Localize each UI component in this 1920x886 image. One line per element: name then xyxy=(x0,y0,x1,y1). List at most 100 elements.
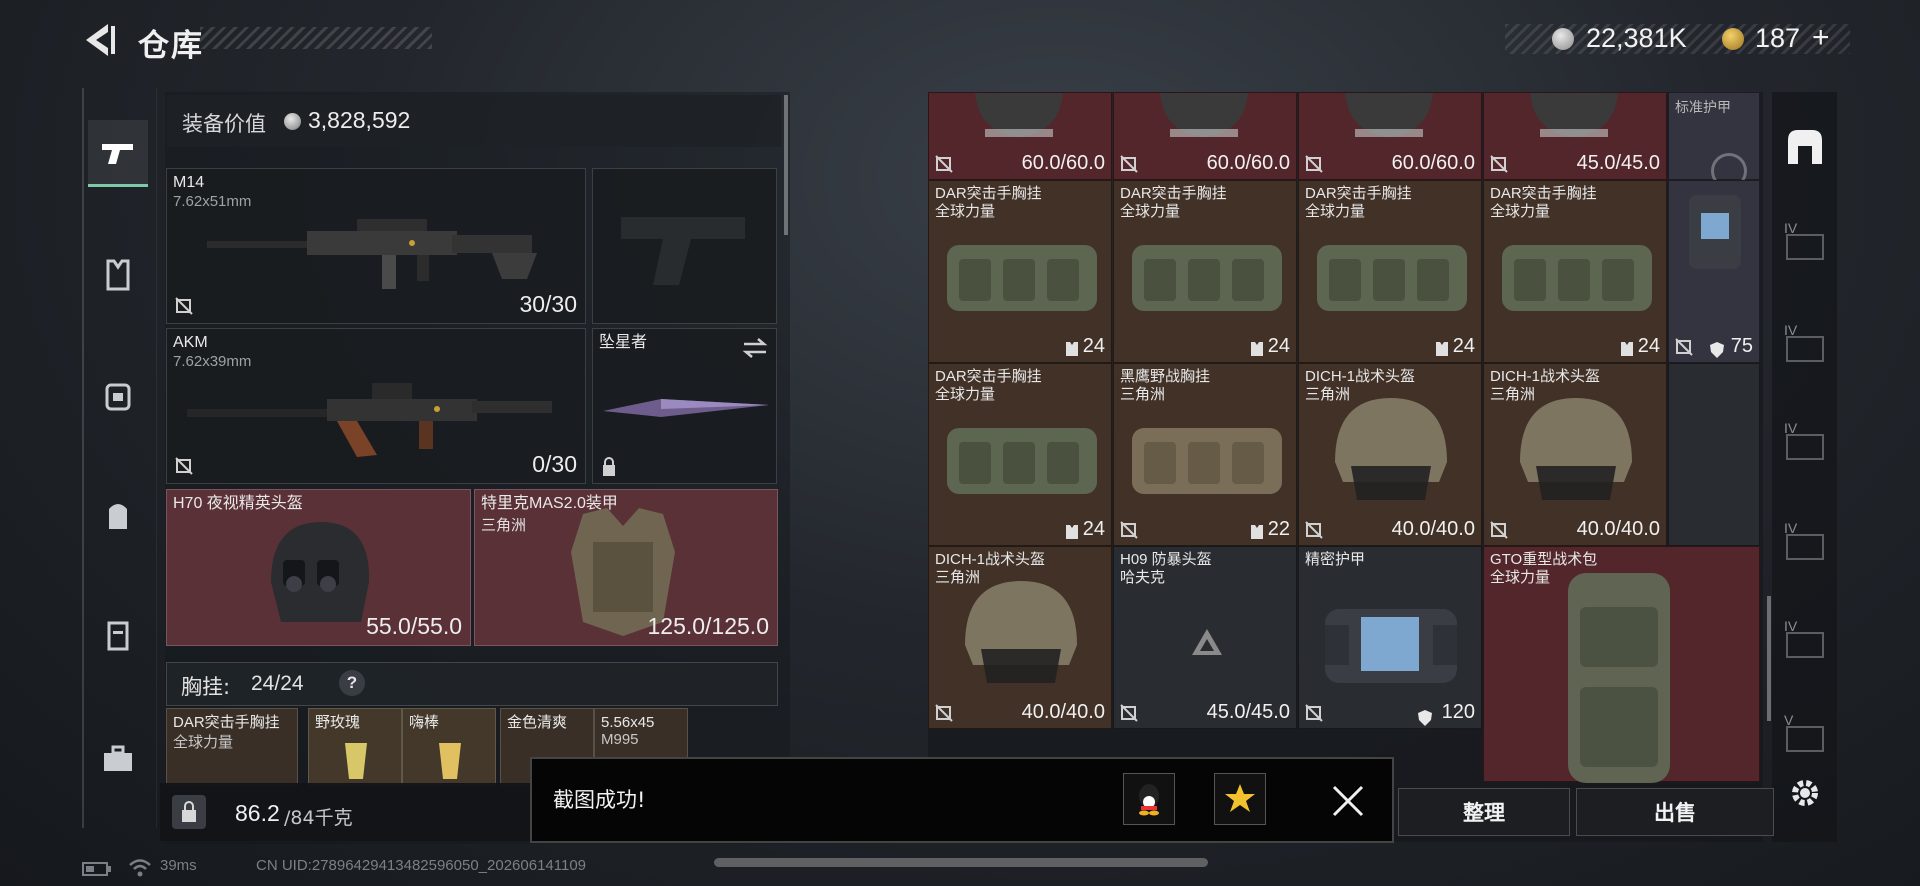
stash-item[interactable]: GTO重型战术包 全球力量 xyxy=(1483,546,1760,783)
tab-container[interactable] xyxy=(88,603,148,667)
chest-rig-image xyxy=(947,245,1097,311)
durability: 60.0/60.0 xyxy=(1021,152,1105,174)
primary-weapon-slot[interactable]: M14 7.62x51mm 30/30 xyxy=(166,168,586,324)
tab-chest-rig[interactable] xyxy=(88,363,148,427)
add-currency-button[interactable]: + xyxy=(1812,21,1830,55)
sell-button[interactable]: 出售 xyxy=(1576,788,1774,836)
weapon-name: AKM xyxy=(173,334,208,351)
item-name: DAR突击手胸挂 xyxy=(935,368,1042,385)
no-insurance-icon xyxy=(175,297,193,315)
tab-armor[interactable] xyxy=(88,243,148,307)
home-indicator[interactable] xyxy=(714,858,1208,867)
tactical-helmet-image xyxy=(1335,398,1447,500)
no-insurance-icon xyxy=(1120,521,1138,539)
durability: 60.0/60.0 xyxy=(1391,152,1475,174)
stash-box-icon xyxy=(1786,434,1824,460)
stash-item[interactable]: DICH-1战术头盔 三角洲 40.0/40.0 xyxy=(928,546,1112,729)
grid-scrollbar[interactable] xyxy=(1767,596,1771,721)
armor-slot[interactable]: 特里克MAS2.0装甲 三角洲 125.0/125.0 xyxy=(474,489,778,646)
gear-icon[interactable] xyxy=(1788,776,1822,810)
stash-item[interactable]: 黑鹰野战胸挂 三角洲 22 xyxy=(1113,363,1297,546)
rig-item[interactable]: 嗨棒 xyxy=(402,708,496,786)
lock-icon xyxy=(182,801,196,822)
no-insurance-icon xyxy=(1490,521,1508,539)
stash-box-icon xyxy=(1786,632,1824,658)
carried-weight: 86.2 xyxy=(235,800,280,826)
stash-item[interactable]: 60.0/60.0 xyxy=(1298,92,1482,180)
tab-case[interactable] xyxy=(88,727,148,791)
item-sub: M995 xyxy=(601,731,639,748)
tier-filter[interactable]: V xyxy=(1780,712,1830,752)
tier-filter[interactable]: IV xyxy=(1780,220,1830,260)
stash-item[interactable]: DAR突击手胸挂 全球力量 24 xyxy=(928,363,1112,546)
stash-item[interactable]: DAR突击手胸挂 全球力量 24 xyxy=(1113,180,1297,363)
rifle-image xyxy=(207,219,537,289)
stash-item[interactable]: DAR突击手胸挂 全球力量 24 xyxy=(928,180,1112,363)
title-hatch-decoration xyxy=(200,27,432,49)
weapon-name: M14 xyxy=(173,174,205,191)
item-name: 野玫瑰 xyxy=(315,714,361,731)
durability: 40.0/40.0 xyxy=(1391,518,1475,540)
back-arrow-icon[interactable] xyxy=(78,20,118,60)
container-icon xyxy=(107,621,129,651)
stash-item[interactable]: DAR突击手胸挂 全球力量 24 xyxy=(1298,180,1482,363)
item-name: DAR突击手胸挂 xyxy=(1305,185,1412,202)
equipment-value: 3,828,592 xyxy=(308,107,411,133)
stash-item[interactable]: 75 xyxy=(1668,180,1760,363)
item-name: 5.56x45 xyxy=(601,714,655,731)
durability: 55.0/55.0 xyxy=(366,613,462,639)
durability: 40.0/40.0 xyxy=(1576,518,1660,540)
stash-item[interactable]: DAR突击手胸挂 全球力量 24 xyxy=(1483,180,1667,363)
equipment-value-label: 装备价值 xyxy=(182,112,266,136)
helmet-slot[interactable]: H70 夜视精英头盔 55.0/55.0 xyxy=(166,489,471,646)
capacity: 24 xyxy=(1082,335,1105,357)
tier-filter[interactable]: IV xyxy=(1780,618,1830,658)
stash-item[interactable]: 60.0/60.0 xyxy=(1113,92,1297,180)
item-name: 黑鹰野战胸挂 xyxy=(1120,368,1211,385)
no-insurance-icon xyxy=(175,457,193,475)
sidearm-slot[interactable] xyxy=(592,168,777,324)
item-name: 嗨棒 xyxy=(409,714,440,731)
armor-vest-icon xyxy=(1251,525,1263,539)
secondary-weapon-slot[interactable]: AKM 7.62x39mm 0/30 xyxy=(166,328,586,484)
rig-item[interactable]: 野玫瑰 xyxy=(308,708,402,786)
help-button[interactable]: ? xyxy=(339,670,365,696)
close-icon[interactable] xyxy=(1330,783,1366,819)
stash-item[interactable]: DICH-1战术头盔 三角洲 40.0/40.0 xyxy=(1298,363,1482,546)
stash-item[interactable]: 精密护甲 120 xyxy=(1298,546,1482,729)
briefcase-icon xyxy=(104,745,132,771)
capacity: 24 xyxy=(1452,335,1475,357)
rig-label: 胸挂: xyxy=(181,675,231,699)
stash-home-icon[interactable] xyxy=(1784,126,1826,166)
item-name: DAR突击手胸挂 xyxy=(1490,185,1597,202)
tier-filter[interactable]: IV xyxy=(1780,322,1830,362)
tier-filter[interactable]: IV xyxy=(1780,520,1830,560)
share-qzone-button[interactable] xyxy=(1214,773,1266,825)
swap-arrows-icon[interactable] xyxy=(742,337,768,359)
melee-slot[interactable]: 坠星者 xyxy=(592,328,777,484)
no-insurance-icon xyxy=(935,704,953,722)
empty-cell[interactable] xyxy=(1668,363,1760,546)
rig-item[interactable]: DAR突击手胸挂 全球力量 xyxy=(166,708,298,786)
stash-item[interactable]: DICH-1战术头盔 三角洲 40.0/40.0 xyxy=(1483,363,1667,546)
tab-backpack[interactable] xyxy=(88,483,148,547)
no-insurance-icon xyxy=(1675,338,1693,356)
tier-filter[interactable]: IV xyxy=(1780,420,1830,460)
armor-value: 75 xyxy=(1730,335,1753,357)
stash-item[interactable]: H09 防暴头盔 哈夫克 45.0/45.0 xyxy=(1113,546,1297,729)
backpack-icon xyxy=(109,504,127,529)
stash-item[interactable]: 60.0/60.0 xyxy=(928,92,1112,180)
tab-weapons[interactable] xyxy=(88,120,148,187)
capacity: 24 xyxy=(1082,518,1105,540)
stash-item[interactable]: 标准护甲 xyxy=(1668,92,1760,189)
left-scrollbar[interactable] xyxy=(784,95,788,235)
stash-item[interactable]: 45.0/45.0 xyxy=(1483,92,1667,180)
gold-amount: 187 xyxy=(1755,23,1801,53)
share-qq-button[interactable] xyxy=(1123,773,1175,825)
precision-armor-image xyxy=(1325,609,1457,683)
sort-button[interactable]: 整理 xyxy=(1398,788,1570,836)
ammo-count: 0/30 xyxy=(532,451,577,477)
nvg-helmet-image xyxy=(271,522,370,622)
battery-icon xyxy=(82,862,111,876)
helmet-name: H70 夜视精英头盔 xyxy=(173,495,303,512)
